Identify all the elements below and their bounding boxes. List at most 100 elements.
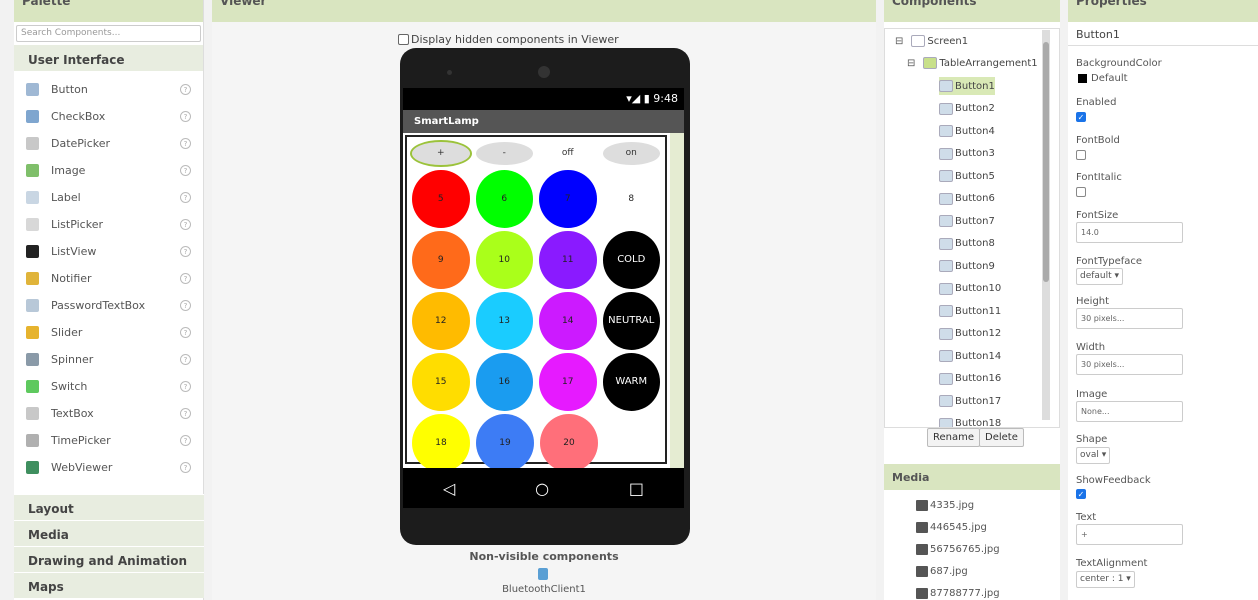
color-button[interactable]: 9: [412, 231, 470, 289]
width-input[interactable]: 30 pixels...: [1076, 354, 1183, 375]
tree-button-item[interactable]: Button17: [939, 392, 1001, 410]
tree-button-item[interactable]: Button16: [939, 370, 1001, 388]
category-media[interactable]: Media: [14, 520, 204, 546]
category-maps[interactable]: Maps: [14, 572, 204, 598]
palette-item-slider[interactable]: Slider?: [14, 319, 203, 346]
palette-item-timepicker[interactable]: TimePicker?: [14, 427, 203, 454]
height-input[interactable]: 30 pixels...: [1076, 308, 1183, 329]
textalignment-select[interactable]: center : 1 ▾: [1076, 571, 1135, 588]
collapse-icon[interactable]: ⊟: [907, 58, 915, 69]
tree-button-item[interactable]: Button14: [939, 347, 1001, 365]
help-icon[interactable]: ?: [180, 354, 191, 365]
image-input[interactable]: None...: [1076, 401, 1183, 422]
media-item[interactable]: 87788777.jpg: [916, 588, 1000, 599]
color-button[interactable]: 15: [412, 353, 470, 411]
tree-scrollbar[interactable]: [1042, 30, 1050, 420]
help-icon[interactable]: ?: [180, 165, 191, 176]
recents-icon[interactable]: □: [629, 479, 644, 498]
typeface-select[interactable]: default ▾: [1076, 268, 1124, 285]
palette-item-listpicker[interactable]: ListPicker?: [14, 211, 203, 238]
tree-button-item[interactable]: Button2: [939, 100, 995, 118]
color-button[interactable]: 6: [475, 170, 533, 228]
media-item[interactable]: 4335.jpg: [916, 500, 974, 511]
category-drawing[interactable]: Drawing and Animation: [14, 546, 204, 572]
media-item[interactable]: 687.jpg: [916, 566, 968, 577]
tree-button-item[interactable]: Button4: [939, 122, 995, 140]
color-button[interactable]: NEUTRAL: [602, 292, 660, 350]
color-button[interactable]: 18: [412, 414, 470, 472]
category-layout[interactable]: Layout: [14, 494, 204, 520]
search-input[interactable]: Search Components...: [16, 25, 201, 42]
palette-item-webviewer[interactable]: WebViewer?: [14, 454, 203, 481]
tree-button-item[interactable]: Button1: [939, 77, 995, 95]
tree-button-item[interactable]: Button3: [939, 145, 995, 163]
lamp-button-2[interactable]: -: [475, 142, 533, 165]
palette-item-switch[interactable]: Switch?: [14, 373, 203, 400]
help-icon[interactable]: ?: [180, 246, 191, 257]
category-user-interface[interactable]: User Interface: [14, 45, 203, 72]
color-button[interactable]: 17: [539, 353, 597, 411]
palette-item-button[interactable]: Button?: [14, 76, 203, 103]
color-button[interactable]: 8: [602, 170, 660, 228]
table-arrangement[interactable]: + - off on 5 6 7 8 9 10 11 COLD 12 13 14 NEUTRAL 15 16 17…: [405, 135, 667, 472]
help-icon[interactable]: ?: [180, 192, 191, 203]
help-icon[interactable]: ?: [180, 219, 191, 230]
showfeedback-checkbox[interactable]: ✓: [1076, 489, 1086, 499]
media-item[interactable]: 446545.jpg: [916, 522, 987, 533]
fontsize-input[interactable]: 14.0: [1076, 222, 1183, 243]
help-icon[interactable]: ?: [180, 435, 191, 446]
collapse-icon[interactable]: ⊟: [895, 36, 903, 47]
color-button[interactable]: COLD: [602, 231, 660, 289]
color-button[interactable]: 16: [475, 353, 533, 411]
help-icon[interactable]: ?: [180, 273, 191, 284]
back-icon[interactable]: ◁: [443, 479, 455, 498]
media-item[interactable]: 56756765.jpg: [916, 544, 1000, 555]
palette-item-notifier[interactable]: Notifier?: [14, 265, 203, 292]
palette-item-checkbox[interactable]: CheckBox?: [14, 103, 203, 130]
bgcolor-value[interactable]: Default: [1078, 73, 1128, 84]
delete-button[interactable]: Delete: [979, 428, 1024, 447]
display-hidden-checkbox[interactable]: Display hidden components in Viewer: [398, 33, 619, 46]
color-button[interactable]: 14: [539, 292, 597, 350]
checkbox-icon[interactable]: [398, 34, 409, 45]
tree-button-item[interactable]: Button6: [939, 190, 995, 208]
color-button[interactable]: 20: [540, 414, 598, 472]
color-button[interactable]: 12: [412, 292, 470, 350]
palette-item-spinner[interactable]: Spinner?: [14, 346, 203, 373]
tree-screen[interactable]: ⊟ Screen1: [895, 32, 968, 50]
palette-item-listview[interactable]: ListView?: [14, 238, 203, 265]
palette-item-textbox[interactable]: TextBox?: [14, 400, 203, 427]
help-icon[interactable]: ?: [180, 327, 191, 338]
palette-item-passwordtextbox[interactable]: PasswordTextBox?: [14, 292, 203, 319]
color-button[interactable]: 13: [475, 292, 533, 350]
fontbold-checkbox[interactable]: [1076, 150, 1086, 160]
lamp-button-3[interactable]: off: [539, 142, 597, 165]
color-button[interactable]: WARM: [602, 353, 660, 411]
tree-button-item[interactable]: Button10: [939, 280, 1001, 298]
bluetooth-client-label[interactable]: BluetoothClient1: [212, 584, 876, 595]
bluetooth-icon[interactable]: [538, 568, 548, 580]
color-button[interactable]: 19: [476, 414, 534, 472]
tree-button-item[interactable]: Button5: [939, 167, 995, 185]
rename-button[interactable]: Rename: [927, 428, 981, 447]
color-button[interactable]: 7: [539, 170, 597, 228]
color-button[interactable]: 11: [539, 231, 597, 289]
help-icon[interactable]: ?: [180, 408, 191, 419]
lamp-button-1[interactable]: +: [410, 140, 472, 167]
palette-item-label[interactable]: Label?: [14, 184, 203, 211]
enabled-checkbox[interactable]: ✓: [1076, 112, 1086, 122]
help-icon[interactable]: ?: [180, 381, 191, 392]
help-icon[interactable]: ?: [180, 84, 191, 95]
shape-select[interactable]: oval ▾: [1076, 447, 1111, 464]
text-input[interactable]: +: [1076, 524, 1183, 545]
home-icon[interactable]: ○: [535, 479, 549, 498]
color-button[interactable]: 10: [475, 231, 533, 289]
help-icon[interactable]: ?: [180, 138, 191, 149]
tree-button-item[interactable]: Button18: [939, 415, 1001, 427]
help-icon[interactable]: ?: [180, 462, 191, 473]
palette-item-image[interactable]: Image?: [14, 157, 203, 184]
fontitalic-checkbox[interactable]: [1076, 187, 1086, 197]
tree-button-item[interactable]: Button12: [939, 325, 1001, 343]
tree-button-item[interactable]: Button8: [939, 235, 995, 253]
color-button[interactable]: 5: [412, 170, 470, 228]
